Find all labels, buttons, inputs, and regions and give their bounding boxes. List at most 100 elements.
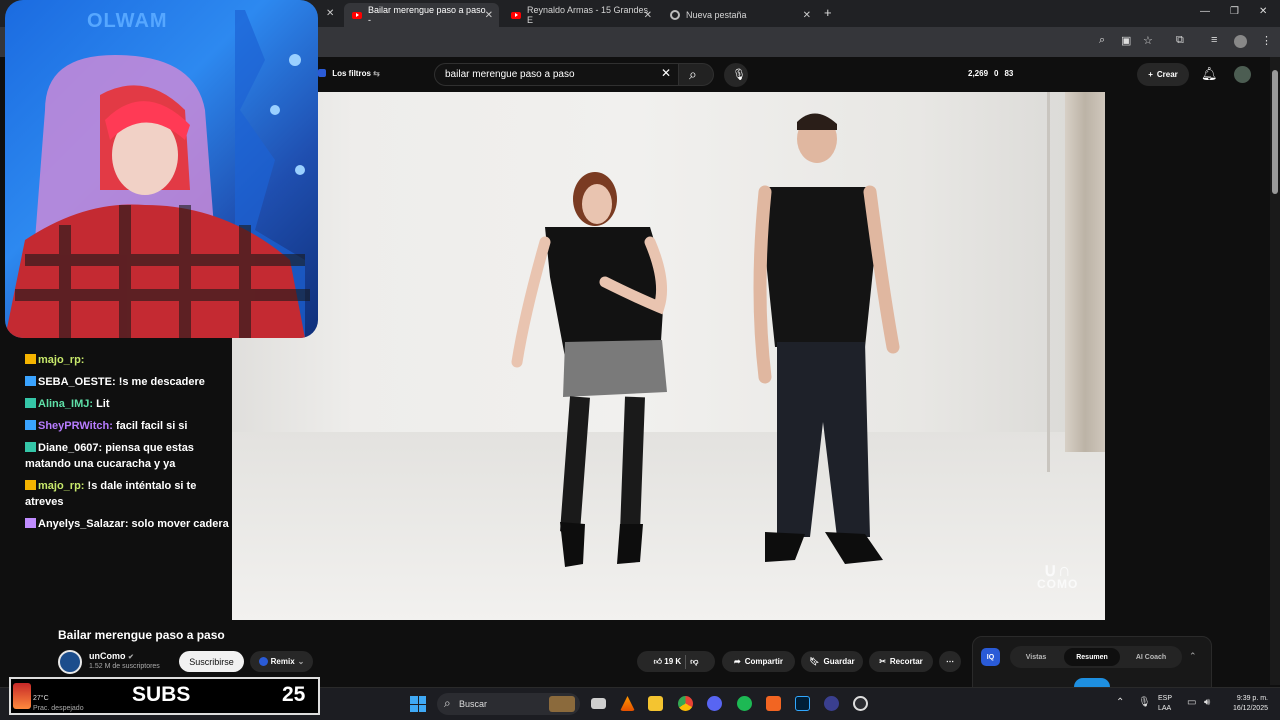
lang-bottom: LAA <box>1158 705 1172 712</box>
tab-nueva-pestana[interactable]: Nueva pestaña ✕ <box>662 3 817 27</box>
remix-button[interactable]: Remix ⌄ <box>250 651 313 672</box>
search-input[interactable]: bailar merengue paso a paso <box>434 63 686 86</box>
tab-label: Bailar merengue paso a paso - <box>368 5 486 25</box>
windows-start-icon[interactable] <box>410 696 426 712</box>
iq-icon <box>258 657 268 666</box>
clip-button[interactable]: ✂ Recortar <box>869 651 933 672</box>
close-tab-icon[interactable]: ✕ <box>644 10 652 21</box>
chat-badge-icon <box>25 354 36 364</box>
search-button[interactable]: ⌕ <box>678 63 714 86</box>
close-tab-icon[interactable]: ✕ <box>485 10 493 21</box>
chevron-up-icon[interactable]: ⌃ <box>1189 651 1197 662</box>
task-view-icon[interactable] <box>591 698 606 709</box>
video-watermark: ∪∩ COMO <box>1037 561 1078 590</box>
chrome-taskbar-icon[interactable] <box>678 696 693 711</box>
taskbar-search-label: Buscar <box>459 699 488 709</box>
chat-username[interactable]: SEBA_OESTE: <box>38 376 116 388</box>
like-button[interactable]: 👍︎ 19 K <box>654 657 682 667</box>
app-icon[interactable] <box>766 696 781 711</box>
subs-label: SUBS <box>132 683 191 706</box>
taskbar-clock[interactable]: 9:39 p. m. 16/12/2025 <box>1224 694 1268 714</box>
account-avatar[interactable] <box>1234 66 1251 83</box>
chat-message: Diane_0607: piensa que estas matando una… <box>25 440 230 472</box>
close-tab-icon[interactable]: ✕ <box>803 10 811 21</box>
save-button[interactable]: 🔖︎ Guardar <box>801 651 863 672</box>
language-indicator[interactable]: ESP LAA <box>1158 694 1172 714</box>
save-label: Guardar <box>823 657 855 666</box>
subscriber-count: 1.52 M de suscriptores <box>89 663 160 670</box>
chevron-down-icon: ⌄ <box>297 657 305 666</box>
thumbs-down-icon: 👎︎ <box>690 656 699 666</box>
weather-widget[interactable]: 27°C Prac. despejado <box>33 694 84 714</box>
weather-temp: 27°C <box>33 695 49 702</box>
share-button[interactable]: ➦ Compartir <box>722 651 795 672</box>
chat-username[interactable]: SheyPRWitch: <box>38 420 113 432</box>
stream-logo: OLWAM <box>87 10 168 32</box>
channel-name[interactable]: unComo ✔ <box>89 651 134 661</box>
filters-label: Los filtros <box>332 69 371 78</box>
media-icon[interactable]: ≡ <box>1211 34 1217 46</box>
minimize-icon[interactable]: — <box>1200 6 1210 17</box>
like-count: 19 K <box>664 656 682 666</box>
tray-chevron-icon[interactable]: ⌃ <box>1116 697 1124 708</box>
network-icon[interactable]: ▭ <box>1187 697 1196 708</box>
tab-ai-coach[interactable]: AI Coach <box>1124 648 1178 666</box>
window-close-icon[interactable]: ✕ <box>1259 6 1267 17</box>
share-label: Compartir <box>744 657 783 666</box>
clear-search-icon[interactable]: ✕ <box>661 66 671 80</box>
filters-button[interactable]: Los filtros ⇆ <box>318 69 380 78</box>
photoshop-icon[interactable] <box>795 696 810 711</box>
search-icon: ⌕ <box>444 696 451 710</box>
chat-text: solo mover cadera <box>128 518 229 530</box>
panel-graphic <box>1074 678 1110 687</box>
chat-username[interactable]: Diane_0607: <box>38 442 102 454</box>
chat-message: Alina_IMJ: Lit <box>25 396 230 412</box>
volume-icon[interactable]: 🔊︎ <box>1204 697 1210 708</box>
more-icon: ⋯ <box>946 657 954 666</box>
chat-username[interactable]: majo_rp: <box>38 354 84 366</box>
menu-icon[interactable]: ⋮ <box>1261 34 1272 47</box>
spotify-icon[interactable] <box>737 696 752 711</box>
discord-icon[interactable] <box>707 696 722 711</box>
zoom-icon[interactable]: ⌕ <box>1099 34 1105 47</box>
iq-icon <box>318 69 326 77</box>
tab-vistas[interactable]: Vistas <box>1012 648 1060 666</box>
create-button[interactable]: + Crear <box>1137 63 1189 86</box>
extension-stats: 2,269 0 83 <box>968 69 1013 78</box>
new-tab-button[interactable]: + <box>824 5 832 20</box>
chat-message: majo_rp: <box>25 352 230 368</box>
scrollbar-thumb[interactable] <box>1272 70 1278 194</box>
iq-badge: IQ <box>981 648 1000 666</box>
bookmark-star-icon[interactable]: ☆ <box>1143 34 1153 47</box>
obs-icon[interactable] <box>824 696 839 711</box>
github-icon[interactable] <box>853 696 868 711</box>
cast-icon[interactable]: ▣ <box>1121 34 1131 47</box>
profile-avatar[interactable] <box>1234 35 1247 48</box>
extensions-icon[interactable]: ⧉ <box>1176 34 1184 47</box>
dislike-button[interactable]: 👎︎ <box>690 657 698 667</box>
bookmark-icon: 🔖︎ <box>809 657 820 666</box>
chat-badge-icon <box>25 398 36 408</box>
channel-avatar[interactable] <box>58 650 82 674</box>
subs-count: 25 <box>282 683 306 706</box>
notifications-icon[interactable]: 🔔︎ <box>1201 66 1218 82</box>
more-actions-button[interactable]: ⋯ <box>939 651 961 672</box>
file-explorer-icon[interactable] <box>648 696 663 711</box>
channel-name-text: unComo <box>89 651 126 661</box>
chat-username[interactable]: Anyelys_Salazar: <box>38 518 129 530</box>
taskbar-search[interactable]: ⌕ Buscar <box>437 693 580 715</box>
voice-search-button[interactable]: 🎙 <box>724 63 748 87</box>
tab-bailar-merengue[interactable]: Bailar merengue paso a paso - ✕ <box>344 3 499 27</box>
chat-username[interactable]: majo_rp: <box>38 480 84 492</box>
clock-date: 16/12/2025 <box>1232 705 1268 712</box>
tab-reynaldo-armas[interactable]: Reynaldo Armas - 15 Grandes E ✕ <box>503 3 658 27</box>
tab-resumen[interactable]: Resumen <box>1064 648 1120 666</box>
microphone-icon: 🎙 <box>732 69 746 81</box>
close-icon[interactable]: ✕ <box>326 8 334 19</box>
subscribe-button[interactable]: Suscribirse <box>179 651 244 672</box>
microphone-icon[interactable]: 🎙 <box>1138 697 1151 708</box>
maximize-icon[interactable]: ❐ <box>1230 6 1239 17</box>
chat-badge-icon <box>25 420 36 430</box>
weather-icon <box>13 683 31 709</box>
chat-username[interactable]: Alina_IMJ: <box>38 398 93 410</box>
